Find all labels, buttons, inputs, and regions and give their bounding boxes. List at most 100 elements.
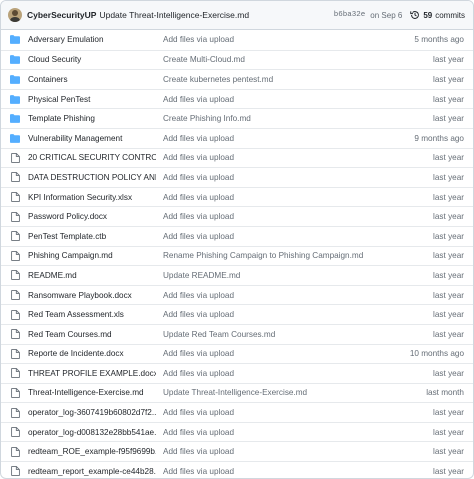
file-commit-message[interactable]: Add files via upload	[163, 428, 433, 437]
file-browser: CyberSecurityUP Update Threat-Intelligen…	[0, 0, 474, 479]
file-row[interactable]: PenTest Template.ctb Add files via upload…	[1, 225, 473, 246]
file-commit-age: last year	[433, 447, 464, 457]
file-row[interactable]: redteam_report_example-ce44b28... Add fil…	[1, 461, 473, 478]
file-name-link[interactable]: THREAT PROFILE EXAMPLE.docx	[28, 369, 156, 378]
file-list: Adversary Emulation Add files via upload 5…	[1, 30, 473, 478]
file-icon	[10, 466, 20, 477]
file-row[interactable]: Reporte de Incidente.docx Add files via u…	[1, 343, 473, 364]
file-name-link[interactable]: Reporte de Incidente.docx	[28, 349, 156, 358]
file-commit-message[interactable]: Add files via upload	[163, 134, 414, 143]
file-commit-message[interactable]: Add files via upload	[163, 310, 433, 319]
file-commit-age: last year	[433, 212, 464, 222]
file-icon	[10, 250, 20, 261]
file-icon	[10, 329, 20, 340]
file-name-link[interactable]: README.md	[28, 271, 156, 280]
file-commit-message[interactable]: Add files via upload	[163, 153, 433, 162]
file-commit-age: last year	[433, 94, 464, 104]
file-name-link[interactable]: Vulnerability Management	[28, 134, 156, 143]
file-name-link[interactable]: Phishing Campaign.md	[28, 251, 156, 260]
file-commit-age: last year	[433, 114, 464, 124]
file-commit-message[interactable]: Create Phishing Info.md	[163, 114, 433, 123]
file-icon	[10, 388, 20, 398]
file-commit-message[interactable]: Add files via upload	[163, 95, 433, 104]
file-name-link[interactable]: 20 CRITICAL SECURITY CONTROL...	[28, 153, 156, 162]
file-name-link[interactable]: redteam_ROE_example-f95f9699b...	[28, 447, 156, 456]
file-row[interactable]: operator_log-d008132e28bb541ae... Add fil…	[1, 421, 473, 442]
file-commit-message[interactable]: Add files via upload	[163, 212, 433, 221]
file-name-link[interactable]: Red Team Assessment.xls	[28, 310, 156, 319]
file-commit-message[interactable]: Add files via upload	[163, 291, 433, 300]
file-commit-message[interactable]: Add files via upload	[163, 349, 410, 358]
file-name-link[interactable]: Template Phishing	[28, 114, 156, 123]
file-commit-age: last year	[433, 427, 464, 437]
file-row[interactable]: README.md Update README.md last year	[1, 265, 473, 285]
file-row[interactable]: Red Team Assessment.xls Add files via upl…	[1, 304, 473, 324]
file-name-link[interactable]: Threat-Intelligence-Exercise.md	[28, 388, 156, 397]
file-commit-age: last year	[433, 231, 464, 241]
avatar[interactable]	[8, 8, 22, 22]
file-row[interactable]: operator_log-3607419b60802d7f2... Add fil…	[1, 402, 473, 422]
file-row[interactable]: THREAT PROFILE EXAMPLE.docx Add files via…	[1, 363, 473, 383]
file-commit-message[interactable]: Add files via upload	[163, 173, 433, 182]
file-row[interactable]: Red Team Courses.md Update Red Team Cours…	[1, 323, 473, 344]
file-commit-message[interactable]: Add files via upload	[163, 232, 433, 241]
file-commit-message[interactable]: Add files via upload	[163, 193, 433, 202]
folder-icon	[10, 35, 20, 45]
file-row[interactable]: Physical PenTest Add files via upload last…	[1, 88, 473, 109]
file-row[interactable]: Vulnerability Management Add files via up…	[1, 127, 473, 148]
file-commit-age: last year	[433, 153, 464, 163]
file-commit-message[interactable]: Add files via upload	[163, 369, 433, 378]
file-commit-message[interactable]: Update Red Team Courses.md	[163, 330, 433, 339]
file-name-link[interactable]: Ransomware Playbook.docx	[28, 291, 156, 300]
commit-date: on Sep 6	[370, 10, 403, 20]
file-row[interactable]: Containers Create kubernetes pentest.md la…	[1, 69, 473, 89]
file-name-link[interactable]: redteam_report_example-ce44b28...	[28, 467, 156, 476]
file-row[interactable]: Cloud Security Create Multi-Cloud.md last …	[1, 49, 473, 70]
file-row[interactable]: Ransomware Playbook.docx Add files via up…	[1, 284, 473, 305]
file-commit-message[interactable]: Add files via upload	[163, 35, 414, 44]
file-row[interactable]: Phishing Campaign.md Rename Phishing Camp…	[1, 245, 473, 266]
file-name-link[interactable]: Containers	[28, 75, 156, 84]
latest-commit-bar: CyberSecurityUP Update Threat-Intelligen…	[1, 1, 473, 30]
file-commit-message[interactable]: Add files via upload	[163, 408, 433, 417]
file-commit-age: last year	[433, 74, 464, 84]
file-name-link[interactable]: Adversary Emulation	[28, 35, 156, 44]
file-row[interactable]: Password Policy.docx Add files via upload…	[1, 206, 473, 226]
commit-count: 59	[423, 10, 433, 20]
commit-message[interactable]: Update Threat-Intelligence-Exercise.md	[99, 10, 333, 20]
file-name-link[interactable]: KPI Information Security.xlsx	[28, 193, 156, 202]
file-name-link[interactable]: Red Team Courses.md	[28, 330, 156, 339]
file-row[interactable]: Template Phishing Create Phishing Info.md…	[1, 108, 473, 128]
commit-author[interactable]: CyberSecurityUP	[27, 10, 96, 20]
file-row[interactable]: Adversary Emulation Add files via upload 5…	[1, 30, 473, 50]
file-commit-message[interactable]: Update README.md	[163, 271, 433, 280]
file-commit-age: last year	[433, 290, 464, 300]
commit-hash[interactable]: b6ba32e	[334, 11, 366, 19]
file-name-link[interactable]: DATA DESTRUCTION POLICY AND ...	[28, 173, 156, 182]
file-name-link[interactable]: Password Policy.docx	[28, 212, 156, 221]
file-row[interactable]: Threat-Intelligence-Exercise.md Update Th…	[1, 382, 473, 403]
file-name-link[interactable]: PenTest Template.ctb	[28, 232, 156, 241]
commit-history-link[interactable]: 59 commits	[410, 10, 465, 20]
folder-icon	[10, 133, 20, 143]
file-name-link[interactable]: Physical PenTest	[28, 95, 156, 104]
file-commit-message[interactable]: Create Multi-Cloud.md	[163, 55, 433, 64]
file-row[interactable]: 20 CRITICAL SECURITY CONTROL... Add files…	[1, 147, 473, 168]
file-commit-age: last year	[433, 368, 464, 378]
file-name-link[interactable]: operator_log-3607419b60802d7f2...	[28, 408, 156, 417]
file-commit-message[interactable]: Update Threat-Intelligence-Exercise.md	[163, 388, 426, 397]
file-icon	[10, 192, 20, 203]
file-name-link[interactable]: operator_log-d008132e28bb541ae...	[28, 428, 156, 437]
folder-icon	[10, 94, 20, 104]
file-commit-age: 5 months ago	[414, 35, 464, 45]
file-commit-message[interactable]: Add files via upload	[163, 447, 433, 456]
file-commit-message[interactable]: Add files via upload	[163, 467, 433, 476]
file-name-link[interactable]: Cloud Security	[28, 55, 156, 64]
file-row[interactable]: KPI Information Security.xlsx Add files v…	[1, 186, 473, 207]
file-icon	[10, 290, 20, 300]
file-row[interactable]: redteam_ROE_example-f95f9699b... Add file…	[1, 441, 473, 461]
file-row[interactable]: DATA DESTRUCTION POLICY AND ... Add files…	[1, 167, 473, 187]
file-commit-message[interactable]: Rename Phishing Campaign to Phishing Cam…	[163, 251, 433, 260]
file-commit-message[interactable]: Create kubernetes pentest.md	[163, 75, 433, 84]
commit-count-label: commits	[435, 10, 465, 20]
